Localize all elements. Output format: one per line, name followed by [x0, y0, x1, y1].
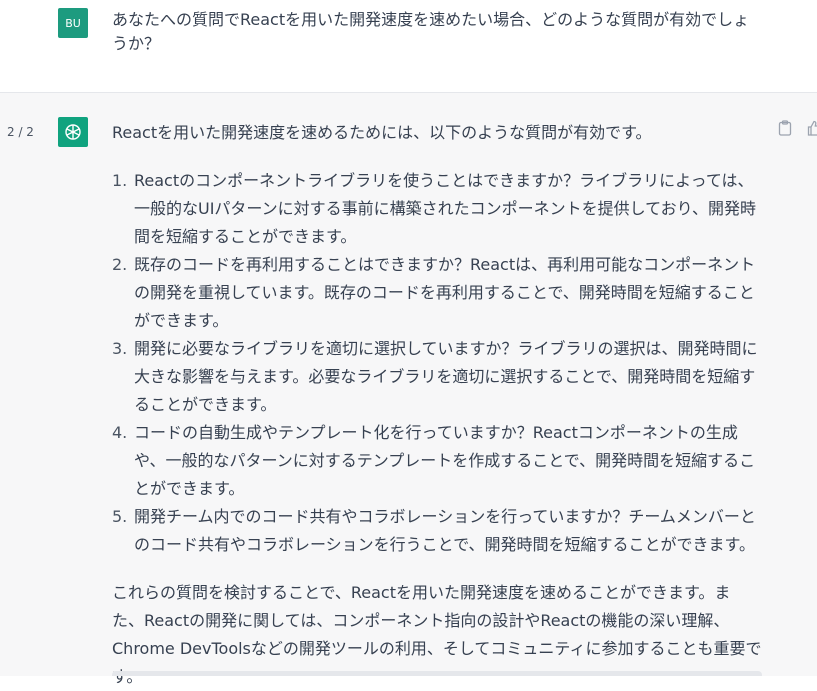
list-number: 3.	[112, 339, 128, 358]
list-text: 既存のコードを再利用することはできますか？Reactは、再利用可能なコンポーネン…	[134, 255, 756, 330]
user-message-text: あなたへの質問でReactを用いた開発速度を速めたい場合、どのような質問が有効で…	[112, 10, 750, 53]
thumbs-up-icon[interactable]	[807, 119, 817, 137]
list-text: 開発チーム内でのコード共有やコラボレーションを行っていますか？チームメンバーとの…	[134, 507, 756, 554]
list-text: Reactのコンポーネントライブラリを使うことはできますか？ライブラリによっては…	[134, 171, 757, 246]
assistant-answer: Reactを用いた開発速度を速めるためには、以下のような質問が有効です。 1. …	[112, 119, 762, 691]
answer-list: 1. Reactのコンポーネントライブラリを使うことはできますか？ライブラリによ…	[112, 167, 762, 559]
response-pager[interactable]: 2 / 2	[7, 125, 34, 139]
list-item: 5. 開発チーム内でのコード共有やコラボレーションを行っていますか？チームメンバ…	[112, 503, 762, 559]
list-number: 4.	[112, 423, 128, 442]
list-number: 5.	[112, 507, 128, 526]
list-text: コードの自動生成やテンプレート化を行っていますか？Reactコンポーネントの生成…	[134, 423, 756, 498]
message-actions	[777, 119, 817, 137]
list-item: 3. 開発に必要なライブラリを適切に選択していますか？ライブラリの選択は、開発時…	[112, 335, 762, 419]
clipboard-icon[interactable]	[777, 119, 793, 137]
input-area-edge	[112, 671, 762, 676]
user-avatar: BU	[58, 8, 88, 38]
user-message-row: BU あなたへの質問でReactを用いた開発速度を速めたい場合、どのような質問が…	[0, 0, 817, 93]
list-item: 2. 既存のコードを再利用することはできますか？Reactは、再利用可能なコンポ…	[112, 251, 762, 335]
list-item: 1. Reactのコンポーネントライブラリを使うことはできますか？ライブラリによ…	[112, 167, 762, 251]
list-number: 1.	[112, 171, 128, 190]
list-number: 2.	[112, 255, 128, 274]
list-text: 開発に必要なライブラリを適切に選択していますか？ライブラリの選択は、開発時間に大…	[134, 339, 758, 414]
answer-intro: Reactを用いた開発速度を速めるためには、以下のような質問が有効です。	[112, 123, 652, 142]
list-item: 4. コードの自動生成やテンプレート化を行っていますか？Reactコンポーネント…	[112, 419, 762, 503]
openai-logo-icon	[58, 117, 88, 147]
assistant-message-row: 2 / 2 Reactを用いた開発速度を速めるためには、以下のような質問が有効で…	[0, 93, 817, 686]
